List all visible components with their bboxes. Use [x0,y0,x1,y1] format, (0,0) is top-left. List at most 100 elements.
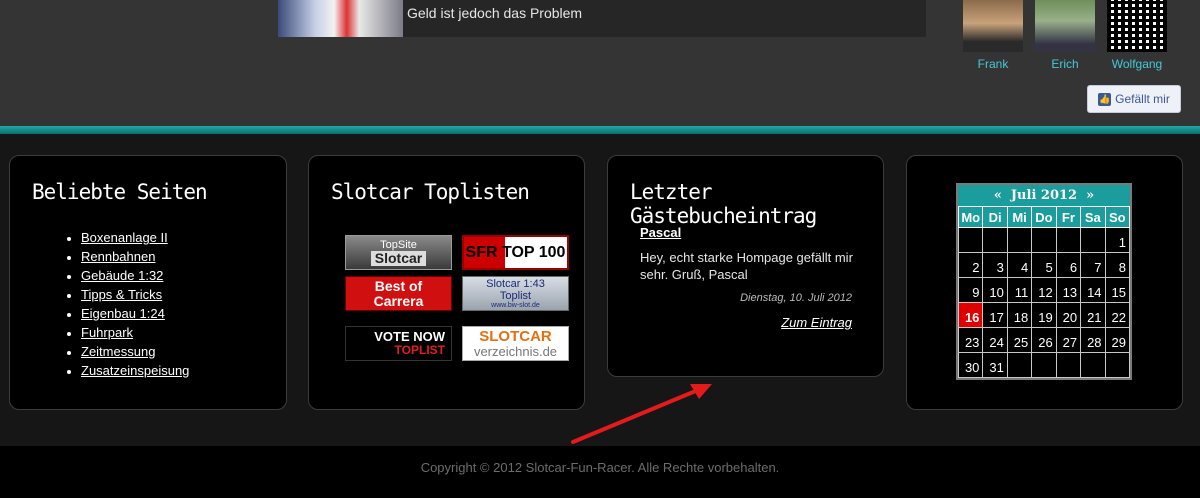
calendar-day[interactable]: 13 [1055,277,1082,303]
calendar-grid: Mo Di Mi Do Fr Sa So 1 2 3 4 5 6 7 8 9 10 11 12 13 14 15 16 17… [957,206,1131,378]
weekday-header: Sa [1080,206,1106,228]
calendar-day[interactable]: 15 [1104,277,1131,303]
top-area: Geld ist jedoch das Problem Frank Erich … [0,0,1200,126]
toplist-banner-vote[interactable]: VOTE NOW TOPLIST [345,326,452,361]
calendar-day[interactable]: 10 [982,277,1008,303]
toplist-banner-topsite[interactable]: TopSite Slotcar [345,235,452,270]
friend-name[interactable]: Wolfgang [1107,57,1167,71]
calendar-week: 23 24 25 26 27 28 29 [957,327,1131,353]
calendar-day[interactable]: 3 [982,252,1008,278]
avatar[interactable] [963,0,1023,52]
calendar-empty-cell [1031,352,1057,378]
weekday-header: Fr [1055,206,1082,228]
popular-pages-list: Boxenanlage II Rennbahnen Gebäude 1:32 T… [63,229,189,381]
calendar-day[interactable]: 16 [957,302,984,328]
calendar-week: 16 17 18 19 20 21 22 [957,302,1131,328]
calendar-day[interactable]: 18 [1006,302,1033,328]
calendar-empty-cell [1031,227,1057,253]
calendar-day[interactable]: 26 [1031,327,1057,353]
news-text[interactable]: Geld ist jedoch das Problem [407,5,582,21]
banner-text: www.bw-slot.de [491,301,540,309]
calendar-day[interactable]: 9 [957,277,984,303]
calendar-day[interactable]: 4 [1006,252,1033,278]
calendar-empty-cell [1006,352,1033,378]
toplist-banner-carrera[interactable]: Best of Carrera [345,276,452,311]
footer: Copyright © 2012 Slotcar-Fun-Racer. Alle… [0,446,1200,498]
prev-month-button[interactable]: « [994,188,1002,203]
calendar-day[interactable]: 7 [1080,252,1106,278]
list-item: Rennbahnen [81,248,189,267]
calendar-day[interactable]: 12 [1031,277,1057,303]
toplists-title: Slotcar Toplisten [331,180,530,204]
page-link[interactable]: Zeitmessung [81,344,155,359]
list-item: Tipps & Tricks [81,286,189,305]
banner-text: SLOTCAR [479,327,552,345]
avatar[interactable] [1035,0,1095,52]
calendar-day[interactable]: 11 [1006,277,1033,303]
calendar-day[interactable]: 23 [957,327,984,353]
calendar-empty-cell [957,227,984,253]
calendar-day[interactable]: 27 [1055,327,1082,353]
banner-text: Carrera [373,292,424,309]
banner-text: Slotcar [370,251,427,266]
calendar-day[interactable]: 5 [1031,252,1057,278]
page-link[interactable]: Fuhrpark [81,325,133,340]
calendar-body: 1 2 3 4 5 6 7 8 9 10 11 12 13 14 15 16 17 18 19 20 21 22 23 24 2… [957,227,1131,378]
friend-name[interactable]: Erich [1035,57,1095,71]
page-link[interactable]: Zusatzeinspeisung [81,363,189,378]
calendar-day[interactable]: 8 [1104,252,1131,278]
news-thumbnail[interactable] [278,0,403,37]
page-link[interactable]: Tipps & Tricks [81,287,162,302]
calendar-day[interactable]: 1 [1104,227,1131,253]
calendar-day[interactable]: 30 [957,352,984,378]
calendar-empty-cell [1104,352,1131,378]
calendar-day[interactable]: 22 [1104,302,1131,328]
guestbook-entry-link[interactable]: Zum Eintrag [781,315,852,330]
friend-frank[interactable]: Frank [963,0,1023,71]
friend-wolfgang[interactable]: Wolfgang [1107,0,1167,71]
next-month-button[interactable]: » [1086,188,1094,203]
toplist-banner-verzeichnis[interactable]: SLOTCAR verzeichnis.de [462,326,569,361]
page-link[interactable]: Rennbahnen [81,249,155,264]
list-item: Gebäude 1:32 [81,267,189,286]
popular-pages-box: Beliebte Seiten Boxenanlage II Rennbahne… [9,155,287,410]
calendar-day[interactable]: 2 [957,252,984,278]
calendar-day[interactable]: 17 [982,302,1008,328]
calendar-day[interactable]: 25 [1006,327,1033,353]
calendar-month: Juli 2012 [1010,188,1078,203]
like-button[interactable]: 👍 Gefällt mir [1087,85,1181,113]
banner-text: Best of [374,277,423,294]
divider-bar [0,126,1200,134]
calendar-day[interactable]: 14 [1080,277,1106,303]
news-strip[interactable]: Geld ist jedoch das Problem [278,0,926,37]
calendar-header: « Juli 2012 » [958,185,1130,206]
page-link[interactable]: Boxenanlage II [81,230,168,245]
guestbook-date: Dienstag, 10. Juli 2012 [740,292,852,304]
calendar-empty-cell [1006,227,1033,253]
page-link[interactable]: Eigenbau 1:24 [81,306,165,321]
banner-text: TOPLIST [394,343,445,357]
calendar-day[interactable]: 31 [982,352,1008,378]
friend-erich[interactable]: Erich [1035,0,1095,71]
calendar-day[interactable]: 20 [1055,302,1082,328]
calendar-day[interactable]: 28 [1080,327,1106,353]
qr-code-icon[interactable] [1107,0,1167,52]
like-label: Gefällt mir [1115,92,1170,106]
guestbook-box: Letzter Gästebucheintrag Pascal Hey, ech… [607,155,884,377]
banner-text: Toplist [499,289,532,302]
calendar-day[interactable]: 21 [1080,302,1106,328]
calendar: « Juli 2012 » Mo Di Mi Do Fr Sa So 1 2 3 4 5 6 7 8 9 10… [956,183,1132,380]
weekday-header: Di [982,206,1008,228]
calendar-day[interactable]: 6 [1055,252,1082,278]
friend-name[interactable]: Frank [963,57,1023,71]
page-link[interactable]: Gebäude 1:32 [81,268,163,283]
copyright-text: Copyright © 2012 Slotcar-Fun-Racer. Alle… [420,460,780,475]
toplist-banner-sfr[interactable]: SFR TOP 100 [462,235,569,270]
calendar-day[interactable]: 29 [1104,327,1131,353]
calendar-day[interactable]: 19 [1031,302,1057,328]
calendar-day[interactable]: 24 [982,327,1008,353]
weekday-header: Do [1031,206,1057,228]
weekday-header: Mo [957,206,984,228]
toplist-banner-bw-slot[interactable]: Slotcar 1:43 Toplist www.bw-slot.de [462,276,569,311]
guestbook-author[interactable]: Pascal [640,225,681,240]
